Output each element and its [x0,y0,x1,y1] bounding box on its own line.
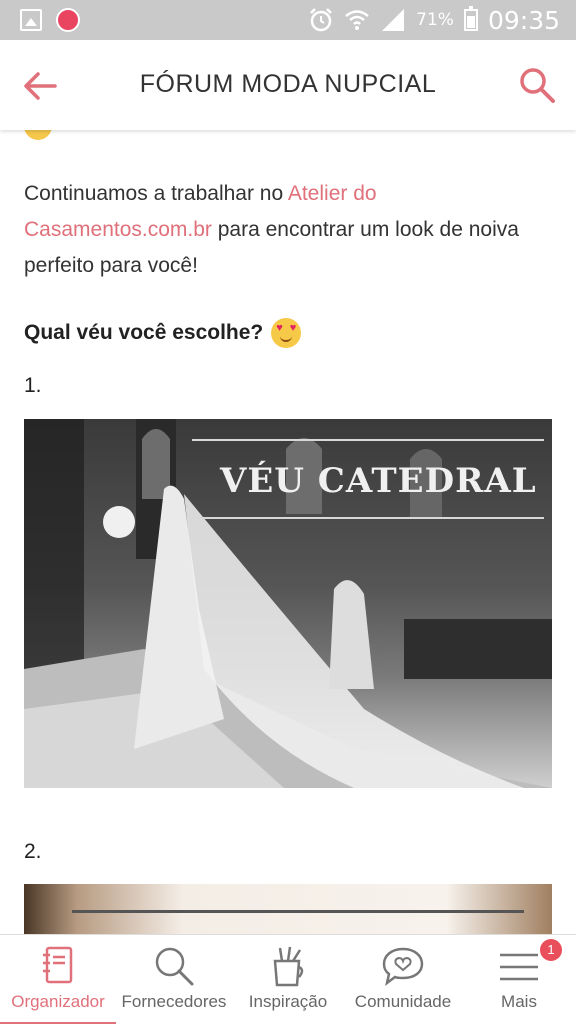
nav-label: Fornecedores [121,992,227,1011]
notification-badge: 1 [540,939,562,961]
battery-icon [463,6,478,31]
cup-icon [273,946,304,987]
clock: 09:35 [487,5,560,35]
post-paragraph: Continuamos a trabalhar no Atelier do Ca… [24,176,554,284]
item-number-1: 1. [24,374,42,397]
item-number-2: 2. [24,840,42,863]
chat-heart-icon [382,947,424,987]
alarm-icon [310,8,333,32]
nav-label: Mais [501,992,537,1011]
smile-emoji-icon [24,130,52,140]
nav-label: Comunidade [354,992,452,1011]
wifi-icon [345,10,369,30]
status-bar: 71% 09:35 [0,0,576,40]
nav-fornecedores[interactable]: Fornecedores [116,935,232,1024]
paragraph-text: Continuamos a trabalhar no [24,182,288,205]
caption-rule-top [72,910,524,913]
nav-label: Inspiração [248,992,328,1011]
nav-organizador[interactable]: Organizador [0,935,116,1024]
search-icon[interactable] [518,66,556,104]
page-title: FÓRUM MODA NUPCIAL [139,70,437,98]
second-veil-photo[interactable] [24,884,552,934]
bottom-navigation: Organizador Fornecedores Inspiração Comu… [0,934,576,1024]
menu-icon [500,953,538,981]
caption-rule-top [192,439,544,441]
cut-previous-line [24,130,52,140]
search-icon [155,947,194,986]
notebook-icon [43,946,73,984]
heart-eyes-emoji-icon [271,318,302,348]
nav-label: Organizador [11,992,105,1011]
app-header: FÓRUM MODA NUPCIAL [0,40,576,130]
nav-mais[interactable]: 1 Mais [462,935,576,1024]
caption-rule-bottom [192,517,544,519]
battery-percent: 71% [416,10,454,30]
post-content[interactable]: Continuamos a trabalhar no Atelier do Ca… [0,130,576,934]
question-heading: Qual véu você escolhe? [24,318,302,348]
gallery-notification-icon [20,9,42,31]
app-notification-icon [56,8,80,32]
nav-inspiracao[interactable]: Inspiração [232,935,344,1024]
nav-comunidade[interactable]: Comunidade [344,935,462,1024]
cathedral-veil-photo[interactable]: VÉU CATEDRAL [24,419,552,788]
question-text: Qual véu você escolhe? [24,321,264,344]
photo-caption: VÉU CATEDRAL [220,461,537,501]
signal-icon [382,9,405,31]
